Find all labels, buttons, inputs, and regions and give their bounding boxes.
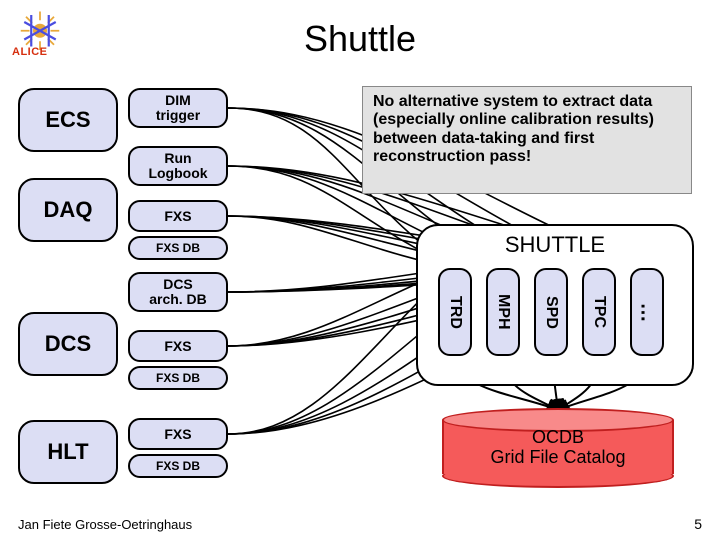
page-number: 5 (694, 516, 702, 532)
source-run-logbook: Run Logbook (128, 146, 228, 186)
source-hlt-fxs: FXS (128, 418, 228, 450)
ocdb-cylinder: OCDB Grid File Catalog (442, 408, 674, 486)
page-title: Shuttle (0, 18, 720, 60)
source-dcs-fxs: FXS (128, 330, 228, 362)
source-hlt-fxsdb: FXS DB (128, 454, 228, 478)
detector-spd: SPD (534, 268, 568, 356)
source-dim-trigger: DIM trigger (128, 88, 228, 128)
detector-more: … (630, 268, 664, 356)
detector-tpc: TPC (582, 268, 616, 356)
detector-mph: MPH (486, 268, 520, 356)
system-dcs: DCS (18, 312, 118, 376)
source-daq-fxs: FXS (128, 200, 228, 232)
system-daq: DAQ (18, 178, 118, 242)
system-ecs: ECS (18, 88, 118, 152)
source-dcs-fxsdb: FXS DB (128, 366, 228, 390)
footer-author: Jan Fiete Grosse-Oetringhaus (18, 517, 192, 532)
info-note: No alternative system to extract data (e… (362, 86, 692, 194)
source-dcs-archdb: DCS arch. DB (128, 272, 228, 312)
shuttle-title: SHUTTLE (418, 232, 692, 258)
source-daq-fxsdb: FXS DB (128, 236, 228, 260)
ocdb-label-1: OCDB (532, 427, 584, 447)
system-hlt: HLT (18, 420, 118, 484)
detector-trd: TRD (438, 268, 472, 356)
ocdb-label-2: Grid File Catalog (490, 447, 625, 467)
